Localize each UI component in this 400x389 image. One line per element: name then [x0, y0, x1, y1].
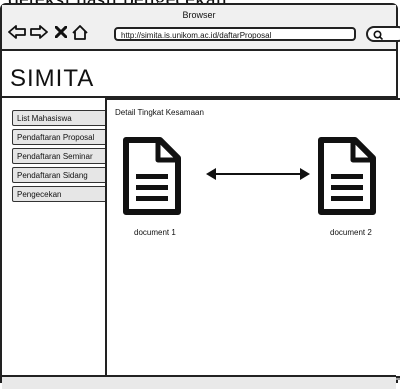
- panel-title: Detail Tingkat Kesamaan: [115, 108, 204, 117]
- double-arrow-icon: [204, 167, 312, 186]
- status-bar: [2, 377, 396, 389]
- document-icon[interactable]: [317, 136, 377, 221]
- browser-window: Browser http://simita.is.unikom.ac.id/da…: [0, 3, 400, 389]
- sidebar-menu: List Mahasiswa Pendaftaran Proposal Pend…: [12, 110, 108, 205]
- document-1-label: document 1: [134, 228, 176, 237]
- sidebar-item-pendaftaran-seminar[interactable]: Pendaftaran Seminar: [12, 148, 108, 164]
- home-icon[interactable]: [72, 24, 88, 40]
- close-icon[interactable]: [55, 24, 67, 40]
- sidebar-item-pendaftaran-sidang[interactable]: Pendaftaran Sidang: [12, 167, 108, 183]
- document-icon[interactable]: [122, 136, 182, 221]
- document-2-label: document 2: [330, 228, 372, 237]
- browser-title: Browser: [182, 10, 216, 20]
- sidebar-item-list-mahasiswa[interactable]: List Mahasiswa: [12, 110, 108, 126]
- search-icon: [373, 30, 383, 40]
- back-arrow-icon[interactable]: [8, 24, 26, 40]
- browser-search-box[interactable]: [366, 26, 400, 42]
- sidebar-item-pengecekan[interactable]: Pengecekan: [12, 186, 108, 202]
- sidebar-item-pendaftaran-proposal[interactable]: Pendaftaran Proposal: [12, 129, 108, 145]
- page-content: SIMITA List Mahasiswa Pendaftaran Propos…: [2, 51, 400, 389]
- detail-panel: Detail Tingkat Kesamaan document 1 docum…: [105, 98, 400, 378]
- app-title: SIMITA: [10, 65, 95, 92]
- forward-arrow-icon[interactable]: [30, 24, 48, 40]
- url-bar[interactable]: http://simita.is.unikom.ac.id/daftarProp…: [114, 27, 356, 41]
- browser-titlebar: Browser http://simita.is.unikom.ac.id/da…: [2, 5, 400, 51]
